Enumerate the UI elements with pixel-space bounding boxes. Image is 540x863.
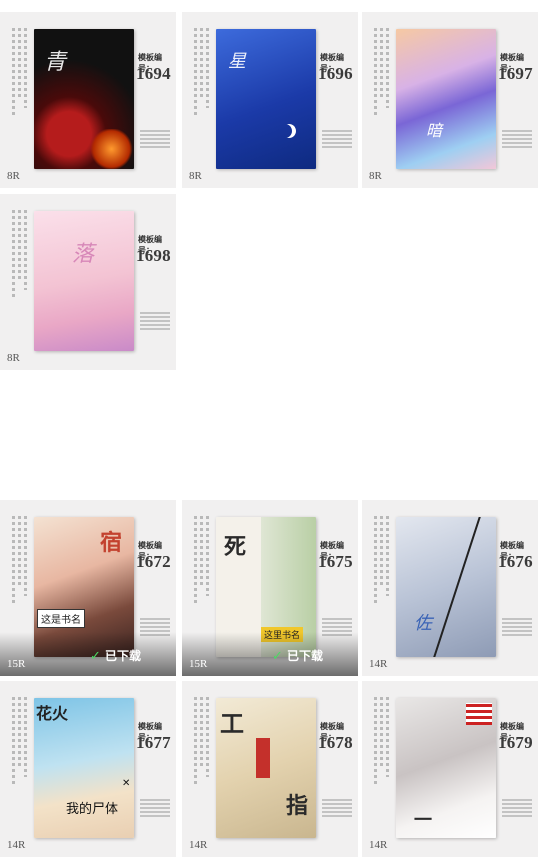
template-number: 1679	[498, 733, 533, 752]
cover-title-bottom: 我的尸体	[66, 801, 119, 816]
cover-title-box: 这是书名	[37, 609, 85, 628]
cover-image: 佐	[396, 517, 496, 657]
spine-text	[194, 28, 197, 118]
template-number: 1672	[136, 552, 171, 571]
template-number: 1678	[318, 733, 353, 752]
template-number: 1677	[136, 733, 171, 752]
size-label: 15R	[189, 658, 208, 670]
size-label: 14R	[369, 658, 388, 670]
spine-text	[18, 210, 21, 280]
spine-text	[18, 516, 21, 586]
size-label: 8R	[7, 170, 20, 182]
spine-text	[24, 28, 27, 108]
cover-title-top: 花火	[36, 706, 69, 723]
template-card-1698[interactable]: 落 模板编号： 1698 8R	[0, 194, 176, 370]
spine-text	[386, 516, 389, 596]
template-card-1679[interactable]: 一 模板编号： 1679 14R	[362, 681, 538, 857]
template-card-1675[interactable]: 死 这里书名 模板编号： 1675 15R ✓ 已下载	[182, 500, 358, 676]
spine-text	[12, 697, 15, 787]
spine-text	[374, 28, 377, 118]
size-label: 15R	[7, 658, 26, 670]
template-meta	[502, 799, 532, 819]
template-meta	[140, 130, 170, 150]
cover-image: 暗	[396, 29, 496, 169]
cover-image: 一	[396, 698, 496, 838]
spine-text	[24, 516, 27, 596]
spine-text	[380, 28, 383, 98]
size-label: 14R	[7, 839, 26, 851]
template-number: 1675	[318, 552, 353, 571]
template-number: 1696	[318, 64, 353, 83]
spine-text	[24, 697, 27, 777]
template-number: 1698	[136, 246, 171, 265]
checkmark-icon: ✓	[272, 648, 283, 663]
template-card-1694[interactable]: 青 模板编号： 1694 8R	[0, 12, 176, 188]
spine-text	[206, 28, 209, 108]
template-meta	[140, 799, 170, 819]
size-label: 8R	[189, 170, 202, 182]
spine-text	[206, 697, 209, 777]
template-number: 1697	[498, 64, 533, 83]
downloaded-badge: 已下载	[287, 649, 324, 663]
spine-text	[206, 516, 209, 596]
cover-image: 青	[34, 29, 134, 169]
template-card-1676[interactable]: 佐 模板编号： 1676 14R	[362, 500, 538, 676]
spine-text	[12, 210, 15, 300]
template-meta	[322, 799, 352, 819]
template-card-1696[interactable]: 星 模板编号： 1696 8R	[182, 12, 358, 188]
spine-text	[380, 697, 383, 767]
size-label: 8R	[369, 170, 382, 182]
template-number: 1694	[136, 64, 171, 83]
template-card-1677[interactable]: 花火 我的尸体 ✕ 模板编号： 1677 14R	[0, 681, 176, 857]
size-label: 14R	[369, 839, 388, 851]
spine-text	[200, 697, 203, 767]
spine-text	[18, 28, 21, 98]
template-meta	[502, 130, 532, 150]
spine-text	[24, 210, 27, 290]
cover-image: 工 指	[216, 698, 316, 838]
template-number: 1676	[498, 552, 533, 571]
spine-text	[194, 516, 197, 606]
downloaded-badge: 已下载	[105, 649, 142, 663]
cover-image: 落	[34, 211, 134, 351]
spine-text	[18, 697, 21, 767]
spine-text	[200, 28, 203, 98]
spine-text	[12, 516, 15, 606]
cover-image: 星	[216, 29, 316, 169]
size-label: 14R	[189, 839, 208, 851]
template-meta	[502, 618, 532, 638]
checkmark-icon: ✓	[90, 648, 101, 663]
spine-text	[386, 28, 389, 108]
template-meta	[140, 312, 170, 332]
cover-image: 花火 我的尸体 ✕	[34, 698, 134, 838]
close-icon: ✕	[122, 778, 131, 789]
spine-text	[374, 516, 377, 606]
spine-text	[194, 697, 197, 787]
template-card-1697[interactable]: 暗 模板编号： 1697 8R	[362, 12, 538, 188]
size-label: 8R	[7, 352, 20, 364]
template-card-1672[interactable]: 宿 这是书名 模板编号： 1672 15R ✓ 已下载	[0, 500, 176, 676]
spine-text	[200, 516, 203, 586]
template-card-1678[interactable]: 工 指 模板编号： 1678 14R	[182, 681, 358, 857]
spine-text	[380, 516, 383, 586]
spine-text	[386, 697, 389, 777]
template-meta	[322, 130, 352, 150]
spine-text	[12, 28, 15, 118]
spine-text	[374, 697, 377, 787]
